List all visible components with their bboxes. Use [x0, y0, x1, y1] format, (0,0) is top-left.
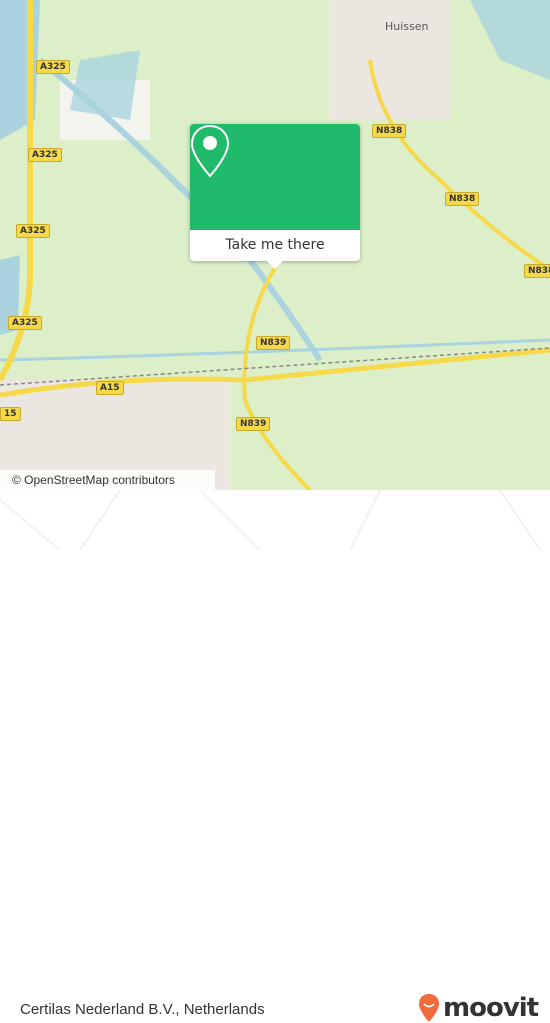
take-me-there-button[interactable]: Take me there	[190, 230, 360, 261]
road-label: N838	[445, 192, 480, 206]
road-label: N839	[236, 417, 271, 431]
road-label: A325	[36, 60, 70, 74]
place-name: Certilas Nederland B.V., Netherlands	[20, 1001, 265, 1018]
moovit-pin-icon	[419, 994, 439, 1022]
road-label: 15	[0, 407, 21, 421]
road-label: A325	[16, 224, 50, 238]
location-popup[interactable]: Take me there	[190, 124, 360, 269]
road-label: N838	[372, 124, 407, 138]
town-label: Huissen	[385, 20, 429, 33]
osm-attribution[interactable]: © OpenStreetMap contributors	[0, 470, 215, 490]
road-label: A325	[28, 148, 62, 162]
popup-pointer	[267, 261, 283, 269]
footer-pattern	[0, 490, 541, 550]
map-pin-icon	[190, 124, 230, 178]
moovit-logo[interactable]: moovit	[418, 993, 539, 1023]
moovit-wordmark: moovit	[443, 993, 539, 1023]
road-label: A15	[96, 381, 124, 395]
road-label: N839	[256, 336, 291, 350]
footer: Certilas Nederland B.V., Netherlands moo…	[0, 490, 550, 1023]
road-label: N838	[524, 264, 550, 278]
popup-header	[190, 124, 360, 230]
map[interactable]: Huissen A325 A325 A325 A325 N838 N838 N8…	[0, 0, 550, 490]
road-label: A325	[8, 316, 42, 330]
